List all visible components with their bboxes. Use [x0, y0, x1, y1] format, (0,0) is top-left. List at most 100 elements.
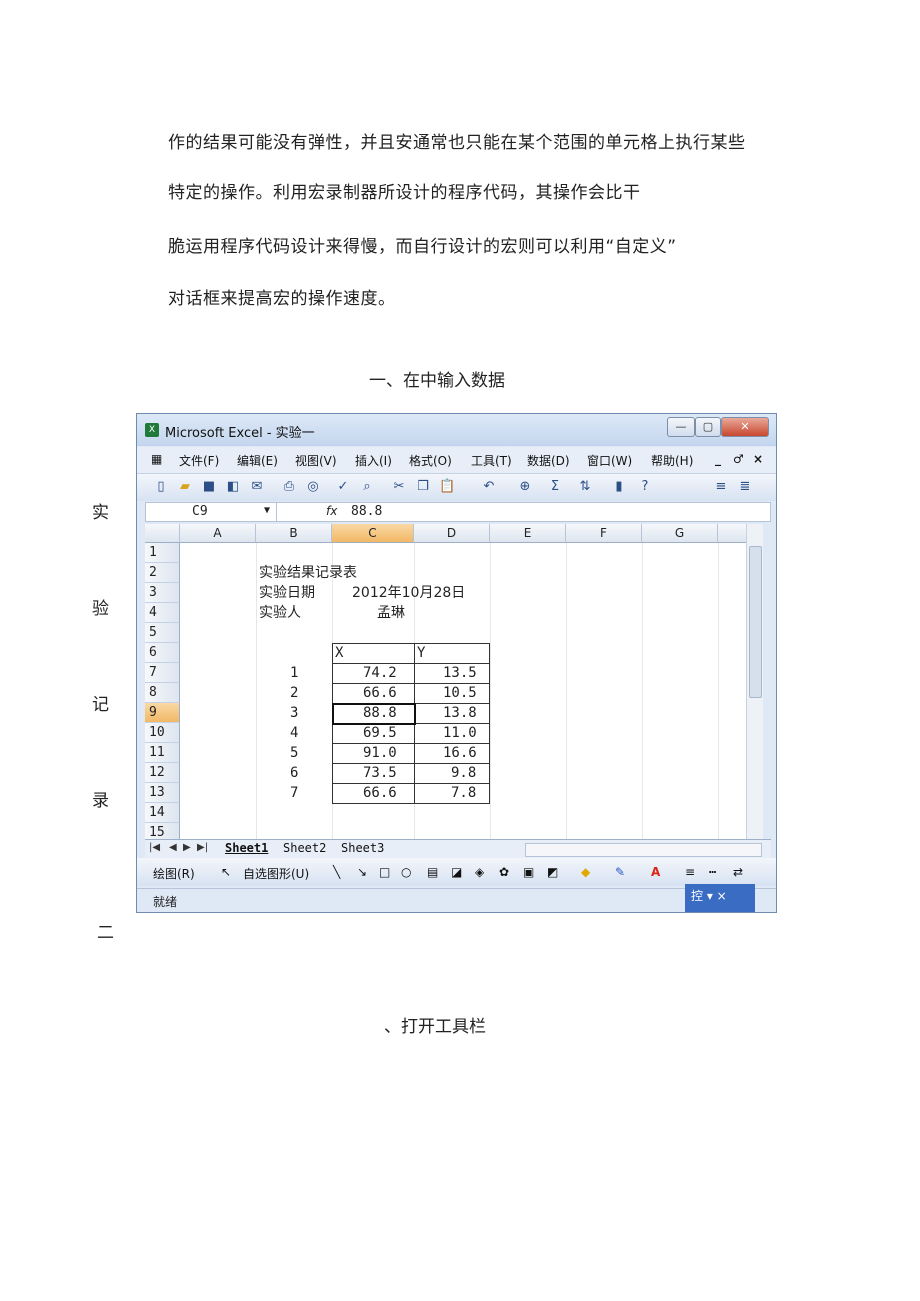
fx-icon[interactable]: fx	[326, 504, 337, 518]
row-header[interactable]: 12	[145, 763, 180, 783]
tab-first-icon[interactable]: |◀	[149, 842, 160, 853]
line-style-icon[interactable]: ≡	[685, 865, 695, 879]
doc-restore-button[interactable]: ♂	[733, 452, 744, 466]
y-value-cell[interactable]: 16.6	[443, 743, 477, 763]
row-header[interactable]: 2	[145, 563, 180, 583]
x-value-cell[interactable]: 73.5	[363, 763, 397, 783]
fill-color-icon[interactable]: ◆	[581, 865, 590, 879]
autosum-icon[interactable]: Σ	[547, 479, 563, 495]
index-cell[interactable]: 2	[290, 683, 298, 703]
name-box[interactable]: C9 ▼	[146, 503, 277, 521]
person-label-cell[interactable]: 实验人	[259, 603, 301, 623]
print-icon[interactable]: ⎙	[281, 479, 297, 495]
tab-sheet3[interactable]: Sheet3	[341, 841, 384, 855]
undo-icon[interactable]: ↶	[481, 479, 497, 495]
oval-icon[interactable]: ○	[401, 865, 411, 879]
column-header[interactable]: F	[566, 524, 642, 543]
picture-icon[interactable]: ◩	[547, 865, 558, 879]
x-value-cell[interactable]: 69.5	[363, 723, 397, 743]
row-header[interactable]: 10	[145, 723, 180, 743]
permission-icon[interactable]: ◧	[225, 479, 241, 495]
row-header[interactable]: 8	[145, 683, 180, 703]
header-y-cell[interactable]: Y	[417, 643, 425, 663]
row-header[interactable]: 9	[145, 703, 180, 723]
menu-format[interactable]: 格式(O)	[409, 452, 452, 469]
arrow-icon[interactable]: ↘	[357, 865, 367, 879]
date-value-cell[interactable]: 2012年10月28日	[352, 583, 465, 603]
maximize-button[interactable]: ▢	[695, 417, 721, 437]
menu-edit[interactable]: 编辑(E)	[237, 452, 278, 469]
diagram-icon[interactable]: ◈	[475, 865, 484, 879]
row-header[interactable]: 6	[145, 643, 180, 663]
x-value-cell[interactable]: 66.6	[363, 683, 397, 703]
cut-icon[interactable]: ✂	[391, 479, 407, 495]
y-value-cell[interactable]: 10.5	[443, 683, 477, 703]
print-preview-icon[interactable]: ◎	[305, 479, 321, 495]
y-value-cell[interactable]: 7.8	[451, 783, 476, 803]
dash-style-icon[interactable]: ┅	[709, 865, 716, 879]
row-header[interactable]: 5	[145, 623, 180, 643]
vertical-scrollbar[interactable]	[746, 524, 763, 839]
column-header[interactable]: B	[256, 524, 332, 543]
menu-tools[interactable]: 工具(T)	[471, 452, 512, 469]
tab-prev-icon[interactable]: ◀	[169, 842, 177, 853]
formula-input[interactable]: 88.8	[351, 504, 382, 519]
menu-data[interactable]: 数据(D)	[527, 452, 570, 469]
tab-next-icon[interactable]: ▶	[183, 842, 191, 853]
index-cell[interactable]: 6	[290, 763, 298, 783]
x-value-cell[interactable]: 91.0	[363, 743, 397, 763]
line-icon[interactable]: ╲	[333, 865, 340, 879]
spelling-icon[interactable]: ✓	[335, 479, 351, 495]
row-header[interactable]: 14	[145, 803, 180, 823]
minimize-button[interactable]: —	[667, 417, 695, 437]
hyperlink-icon[interactable]: ⊕	[517, 479, 533, 495]
column-header[interactable]	[718, 524, 747, 543]
header-x-cell[interactable]: X	[335, 643, 343, 663]
insert-picture-icon[interactable]: ▣	[523, 865, 534, 879]
draw-menu-button[interactable]: 绘图(R)	[153, 865, 195, 882]
row-header[interactable]: 1	[145, 543, 180, 563]
row-header[interactable]: 15	[145, 823, 180, 839]
column-header[interactable]: D	[414, 524, 490, 543]
tab-last-icon[interactable]: ▶|	[197, 842, 208, 853]
person-value-cell[interactable]: 孟琳	[377, 603, 405, 623]
sheet-title-cell[interactable]: 实验结果记录表	[259, 563, 357, 583]
worksheet-grid[interactable]: A B C D E F G 1 2 3 4 5 6 7 8 9 10 11 12…	[145, 524, 763, 839]
chart-wizard-icon[interactable]: ▮	[611, 479, 627, 495]
row-header[interactable]: 7	[145, 663, 180, 683]
doc-close-button[interactable]: ×	[753, 452, 763, 466]
wordart-icon[interactable]: ◪	[451, 865, 462, 879]
tab-sheet2[interactable]: Sheet2	[283, 841, 326, 855]
tab-sheet1[interactable]: Sheet1	[225, 841, 268, 855]
menu-window[interactable]: 窗口(W)	[587, 452, 632, 469]
line-color-icon[interactable]: ✎	[615, 865, 625, 879]
select-objects-icon[interactable]: ↖	[221, 865, 231, 879]
index-cell[interactable]: 7	[290, 783, 298, 803]
align-right-icon[interactable]: ≣	[737, 479, 753, 495]
scroll-thumb[interactable]	[749, 546, 762, 698]
select-all-corner[interactable]	[145, 524, 180, 543]
font-color-icon[interactable]: A	[651, 865, 660, 879]
column-header[interactable]: E	[490, 524, 566, 543]
rectangle-icon[interactable]: □	[379, 865, 390, 879]
email-icon[interactable]: ✉	[249, 479, 265, 495]
open-icon[interactable]: ▰	[177, 479, 193, 495]
sort-ascending-icon[interactable]: ⇅	[577, 479, 593, 495]
research-icon[interactable]: ⌕	[359, 479, 375, 495]
horizontal-scrollbar[interactable]	[525, 843, 762, 857]
copy-icon[interactable]: ❐	[415, 479, 431, 495]
menu-view[interactable]: 视图(V)	[295, 452, 337, 469]
column-header[interactable]: G	[642, 524, 718, 543]
control-toolbox[interactable]: 控 ▾ ×	[685, 884, 755, 912]
textbox-icon[interactable]: ▤	[427, 865, 438, 879]
y-value-cell[interactable]: 13.5	[443, 663, 477, 683]
arrow-style-icon[interactable]: ⇄	[733, 865, 743, 879]
index-cell[interactable]: 5	[290, 743, 298, 763]
clipart-icon[interactable]: ✿	[499, 865, 509, 879]
align-center-icon[interactable]: ≡	[713, 479, 729, 495]
column-header[interactable]: C	[332, 524, 414, 543]
save-icon[interactable]: ■	[201, 479, 217, 495]
menu-file[interactable]: 文件(F)	[179, 452, 219, 469]
chevron-down-icon[interactable]: ▼	[264, 505, 270, 516]
y-value-cell[interactable]: 13.8	[443, 703, 477, 723]
